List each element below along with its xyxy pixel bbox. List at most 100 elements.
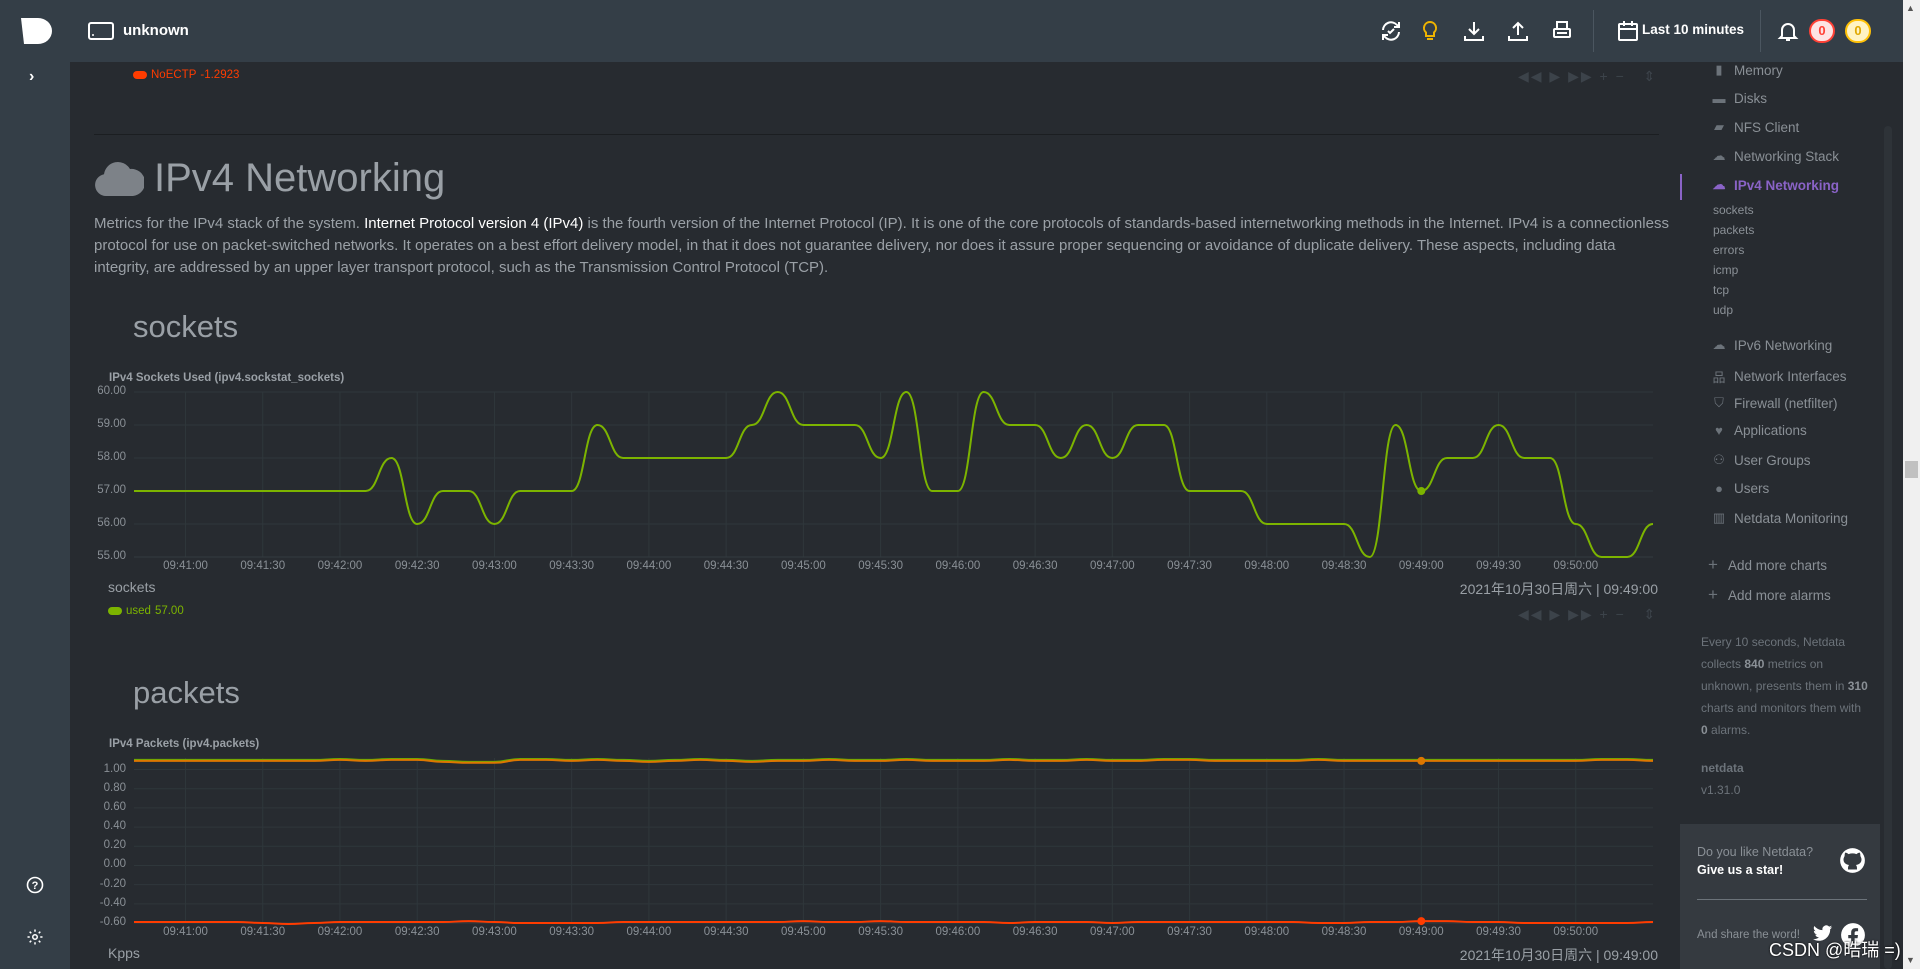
netdata-logo[interactable] [20, 17, 54, 45]
server-icon [88, 22, 114, 40]
link-label: Add more charts [1728, 557, 1828, 573]
y-tick-label: -0.40 [99, 896, 126, 909]
bar-chart-icon: ▥ [1712, 510, 1726, 525]
github-icon[interactable] [1839, 847, 1866, 874]
nav-item-label: Memory [1734, 62, 1783, 78]
nav-item-label: User Groups [1734, 452, 1811, 468]
star-box: Do you like Netdata? Give us a star! And… [1680, 824, 1901, 969]
y-tick-label: 0.20 [103, 839, 126, 852]
header-divider [1593, 10, 1594, 52]
download-icon[interactable] [1462, 19, 1486, 43]
y-tick-label: -0.20 [99, 877, 126, 890]
warning-alarms-badge[interactable]: 0 [1845, 19, 1871, 43]
x-tick-label: 09:41:00 [163, 926, 208, 938]
calendar-icon[interactable] [1616, 19, 1640, 43]
nav-item-label: IPv6 Networking [1734, 337, 1833, 353]
star-question: Do you like Netdata? [1697, 845, 1814, 859]
give-star-link[interactable]: Give us a star! [1697, 863, 1783, 877]
nav-item-memory[interactable]: ▮ Memory [1711, 62, 1783, 78]
nav-subitem-udp[interactable]: udp [1713, 303, 1733, 317]
expand-sidebar-chevron-icon[interactable]: › [29, 68, 34, 86]
netdata-info: Every 10 seconds, Netdata collects 840 m… [1701, 635, 1868, 737]
header-divider [1760, 10, 1761, 52]
x-tick-label: 09:41:30 [240, 926, 286, 938]
nav-item-label: Applications [1734, 423, 1807, 438]
nav-item-label: Netdata Monitoring [1734, 510, 1849, 526]
x-tick-label: 09:42:30 [394, 926, 440, 938]
nav-item-users[interactable]: ● Users [1711, 481, 1769, 496]
folder-open-icon: ▰ [1714, 119, 1724, 134]
x-tick-label: 09:47:30 [1167, 926, 1212, 938]
nav-item-applications[interactable]: ♥ Applications [1711, 423, 1807, 438]
nav-item-label: Networking Stack [1734, 148, 1840, 164]
x-tick-label: 09:45:00 [780, 926, 826, 938]
nav-subitem-tcp[interactable]: tcp [1713, 283, 1729, 297]
nav-item-network-interfaces[interactable]: 品 Network Interfaces [1711, 367, 1847, 386]
page-scrollbar[interactable]: ▲ ▼ [1903, 0, 1920, 969]
nav-item-ipv6-networking[interactable]: ☁ IPv6 Networking [1711, 337, 1833, 353]
x-tick-label: 09:46:00 [935, 926, 981, 938]
nav-item-nfs-client[interactable]: ▰ NFS Client [1711, 119, 1799, 135]
heartbeat-icon: ♥ [1715, 423, 1723, 438]
scrollbar-thumb[interactable] [1905, 461, 1918, 478]
nav-item-label: Users [1734, 481, 1770, 496]
main-content: NoECTP -1.2923 ◀◀ ▶ ▶▶ + − ⇕ IPv4 Networ… [70, 62, 1680, 969]
x-tick-label: 09:49:00 [1398, 926, 1444, 938]
link-label: Add more alarms [1728, 587, 1831, 603]
nav-item-netdata-monitoring[interactable]: ▥ Netdata Monitoring [1711, 510, 1848, 526]
x-tick-label: 09:46:30 [1012, 926, 1058, 938]
nav-item-label: Network Interfaces [1734, 369, 1847, 384]
y-tick-label: 1.00 [103, 762, 126, 775]
nav-item-label: IPv4 Networking [1734, 177, 1840, 193]
watermark: CSDN @晧瑞 =) [1769, 940, 1901, 960]
y-tick-label: 0.00 [103, 858, 126, 871]
nav-scrollbar[interactable] [1884, 126, 1892, 969]
lightbulb-icon[interactable] [1418, 19, 1442, 43]
x-tick-label: 09:49:30 [1476, 926, 1521, 938]
print-icon[interactable] [1550, 19, 1574, 43]
upload-icon[interactable] [1506, 19, 1530, 43]
settings-gear-icon[interactable] [26, 928, 44, 946]
refresh-icon[interactable] [1379, 19, 1403, 43]
top-header: unknown Last 10 minutes 0 0 [0, 0, 1903, 62]
x-tick-label: 09:44:00 [626, 926, 672, 938]
nav-item-label: Firewall (netfilter) [1734, 395, 1838, 411]
x-tick-label: 09:48:00 [1244, 926, 1290, 938]
hover-point [1417, 756, 1426, 765]
x-tick-label: 09:42:00 [317, 926, 363, 938]
nav-subitem-sockets[interactable]: sockets [1713, 203, 1754, 217]
time-range-picker[interactable]: Last 10 minutes [1642, 22, 1744, 37]
nav-subitem-errors[interactable]: errors [1713, 243, 1744, 257]
nav-subitem-icmp[interactable]: icmp [1713, 263, 1738, 277]
y-tick-label: 0.60 [103, 800, 126, 813]
shield-icon: ⛉ [1714, 395, 1724, 410]
nav-item-disks[interactable]: ▬ Disks [1711, 91, 1768, 106]
x-tick-label: 09:43:30 [549, 926, 595, 938]
svg-text:?: ? [32, 880, 39, 892]
nav-item-user-groups[interactable]: ⚇ User Groups [1711, 452, 1811, 468]
nav-item-firewall-netfilter[interactable]: ⛉ Firewall (netfilter) [1711, 395, 1838, 411]
cloud-icon: ☁ [1712, 337, 1726, 352]
nav-item-ipv4-networking[interactable]: ☁ IPv4 Networking [1711, 177, 1840, 193]
scroll-up-arrow-icon[interactable]: ▲ [1906, 3, 1915, 13]
add-more-charts-link[interactable]: + Add more charts [1705, 555, 1827, 575]
x-tick-label: 09:44:30 [703, 926, 749, 938]
add-more-alarms-link[interactable]: + Add more alarms [1705, 585, 1831, 605]
x-tick-label: 09:48:30 [1321, 926, 1367, 938]
critical-alarms-badge[interactable]: 0 [1809, 19, 1835, 43]
host-name[interactable]: unknown [123, 22, 189, 39]
chart-timestamp: 2021年10月30日周六 | 09:49:00 [1459, 947, 1658, 963]
chart-plot[interactable] [70, 62, 1680, 969]
nav-item-networking-stack[interactable]: ☁ Networking Stack [1711, 148, 1840, 164]
nav-subitem-packets[interactable]: packets [1713, 223, 1754, 237]
x-tick-label: 09:45:30 [858, 926, 903, 938]
scroll-down-arrow-icon[interactable]: ▼ [1906, 955, 1915, 965]
help-icon[interactable]: ? [26, 876, 44, 894]
user-icon: ● [1715, 481, 1723, 496]
active-section-marker [1680, 174, 1682, 200]
hover-point [1417, 917, 1426, 926]
plus-icon: + [1708, 555, 1718, 574]
bell-icon[interactable] [1776, 19, 1800, 43]
y-tick-label: 0.40 [103, 820, 126, 833]
y-tick-label: -0.60 [99, 916, 126, 928]
